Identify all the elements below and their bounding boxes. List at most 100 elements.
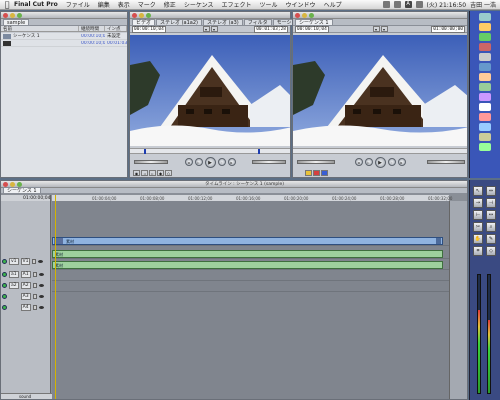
tab-stereo-a3[interactable]: ステレオ (a3) bbox=[203, 19, 243, 26]
track-lane-a1[interactable]: 素材 bbox=[52, 249, 449, 259]
menu-edit[interactable]: 編集 bbox=[98, 0, 110, 9]
prev-edit-button[interactable]: ◂ bbox=[184, 158, 193, 166]
out-point-marker[interactable] bbox=[258, 149, 260, 154]
track-visibility-toggle[interactable] bbox=[2, 271, 7, 277]
menu-view[interactable]: 表示 bbox=[118, 0, 130, 9]
tab-video[interactable]: ビデオ bbox=[132, 19, 156, 26]
playhead[interactable] bbox=[55, 195, 56, 399]
menubar-clock[interactable]: (火) 21:16:50 bbox=[427, 0, 467, 9]
track-lane-a2[interactable]: 素材 bbox=[52, 260, 449, 270]
apple-icon[interactable]:  bbox=[0, 0, 14, 10]
prev-edit-button[interactable]: ◂ bbox=[354, 158, 363, 166]
tab-sequence-1[interactable]: シーケンス 1 bbox=[3, 187, 41, 194]
speaker-icon[interactable] bbox=[38, 305, 44, 309]
dest-track-label[interactable]: A2 bbox=[20, 281, 31, 289]
timeline-zoom-control[interactable]: sound bbox=[1, 393, 52, 399]
dest-track-label[interactable]: V1 bbox=[20, 257, 31, 265]
roll-tool-icon[interactable]: ⊣ bbox=[486, 198, 496, 208]
distort-tool-icon[interactable]: ◇ bbox=[486, 246, 496, 256]
lock-icon[interactable] bbox=[32, 304, 37, 310]
source-track-label[interactable]: a1 bbox=[9, 270, 19, 278]
tab-sequence-1[interactable]: シーケンス 1 bbox=[295, 19, 333, 26]
razor-tool-icon[interactable]: ✂ bbox=[473, 222, 483, 232]
source-track-label[interactable]: a2 bbox=[9, 281, 19, 289]
zoom-tool-icon[interactable]: ⌕ bbox=[486, 222, 496, 232]
zoom-icon[interactable] bbox=[17, 12, 22, 18]
view-popup[interactable]: ▾ bbox=[210, 26, 218, 32]
canvas-scrubber[interactable] bbox=[293, 148, 467, 154]
timeline-track-area[interactable]: 素材 素材 素材 bbox=[52, 201, 449, 399]
timeline-vertical-scrollbar[interactable] bbox=[449, 201, 467, 399]
tab-stereo-a1a2[interactable]: ステレオ (a1a2) bbox=[156, 19, 202, 26]
viewer-duration-timecode[interactable]: 00:00:10;04 bbox=[132, 25, 166, 33]
next-edit-button[interactable]: ▸ bbox=[227, 158, 236, 166]
shuttle-control[interactable] bbox=[297, 160, 335, 164]
list-item[interactable]: 00:00:10;04 00:01:03: bbox=[1, 40, 127, 47]
close-icon[interactable] bbox=[3, 12, 8, 18]
canvas-duration-timecode[interactable]: 00:00:10;04 bbox=[295, 25, 329, 33]
add-keyframe-button[interactable]: ◇ bbox=[165, 170, 172, 176]
close-icon[interactable] bbox=[132, 12, 137, 18]
menu-effects[interactable]: エフェクト bbox=[222, 0, 252, 9]
audio-clip[interactable]: 素材 bbox=[52, 261, 443, 269]
replace-edit-button[interactable] bbox=[321, 170, 328, 176]
zoom-icon[interactable] bbox=[17, 181, 22, 187]
shuttle-control[interactable] bbox=[134, 160, 168, 164]
track-select-tool-icon[interactable]: → bbox=[473, 198, 483, 208]
column-in[interactable]: イン点 bbox=[105, 26, 127, 31]
speaker-icon[interactable] bbox=[38, 283, 44, 287]
speaker-icon[interactable] bbox=[38, 294, 44, 298]
minimize-icon[interactable] bbox=[139, 12, 144, 18]
menu-window[interactable]: ウインドウ bbox=[286, 0, 316, 9]
eye-icon[interactable] bbox=[38, 259, 44, 263]
menu-modify[interactable]: 修正 bbox=[164, 0, 176, 9]
add-marker-button[interactable]: ◆ bbox=[157, 170, 164, 176]
play-around-button[interactable]: ◦ bbox=[217, 158, 226, 166]
ripple-tool-icon[interactable]: ⊢ bbox=[473, 210, 483, 220]
zoom-icon[interactable] bbox=[309, 12, 314, 18]
selection-tool-icon[interactable]: ↖ bbox=[473, 186, 483, 196]
lock-icon[interactable] bbox=[32, 282, 37, 288]
dest-track-label[interactable]: A1 bbox=[20, 270, 31, 278]
viewer-scrubber[interactable] bbox=[130, 148, 290, 154]
column-name[interactable]: 名前 bbox=[1, 26, 79, 31]
jog-control[interactable] bbox=[252, 160, 286, 164]
list-item[interactable]: シーケンス 1 00:00:10;04 未設定 bbox=[1, 33, 127, 40]
edit-select-tool-icon[interactable]: ⇔ bbox=[486, 186, 496, 196]
close-icon[interactable] bbox=[295, 12, 300, 18]
column-duration[interactable]: 継続時間 bbox=[79, 26, 105, 31]
mark-in-button[interactable]: ◃ bbox=[141, 170, 148, 176]
lock-icon[interactable] bbox=[32, 293, 37, 299]
hand-tool-icon[interactable]: ✋ bbox=[473, 234, 483, 244]
pen-tool-icon[interactable]: ✎ bbox=[486, 234, 496, 244]
menu-sequence[interactable]: シーケンス bbox=[184, 0, 214, 9]
lock-icon[interactable] bbox=[32, 271, 37, 277]
close-icon[interactable] bbox=[3, 181, 8, 187]
viewer-video[interactable] bbox=[130, 35, 290, 146]
play-around-button[interactable]: ◦ bbox=[387, 158, 396, 166]
menu-help[interactable]: ヘルプ bbox=[324, 0, 342, 9]
dest-track-label[interactable]: A4 bbox=[20, 303, 31, 311]
track-lane-a3[interactable] bbox=[52, 271, 449, 281]
track-visibility-toggle[interactable] bbox=[2, 304, 7, 310]
volume-icon[interactable] bbox=[415, 1, 423, 8]
match-frame-button[interactable]: ◉ bbox=[133, 170, 140, 176]
audio-clip[interactable]: 素材 bbox=[52, 250, 443, 258]
tab-sample[interactable]: sample bbox=[3, 19, 30, 26]
play-button[interactable]: ▶ bbox=[204, 156, 216, 168]
minimize-icon[interactable] bbox=[302, 12, 307, 18]
zoom-popup[interactable]: ▾ bbox=[202, 26, 210, 32]
minimize-icon[interactable] bbox=[10, 12, 15, 18]
sync-icon[interactable] bbox=[393, 1, 401, 8]
view-popup[interactable]: ▾ bbox=[380, 26, 388, 32]
menu-file[interactable]: ファイル bbox=[66, 0, 90, 9]
canvas-current-timecode[interactable]: 01:00:00;00 bbox=[431, 25, 465, 33]
insert-edit-button[interactable] bbox=[305, 170, 312, 176]
play-button[interactable]: ▶ bbox=[374, 156, 386, 168]
mark-out-button[interactable]: ▹ bbox=[149, 170, 156, 176]
source-track-label[interactable]: v1 bbox=[9, 257, 19, 265]
menu-app-name[interactable]: Final Cut Pro bbox=[14, 1, 58, 8]
track-visibility-toggle[interactable] bbox=[2, 293, 7, 299]
minimize-icon[interactable] bbox=[10, 181, 15, 187]
zoom-icon[interactable] bbox=[146, 12, 151, 18]
